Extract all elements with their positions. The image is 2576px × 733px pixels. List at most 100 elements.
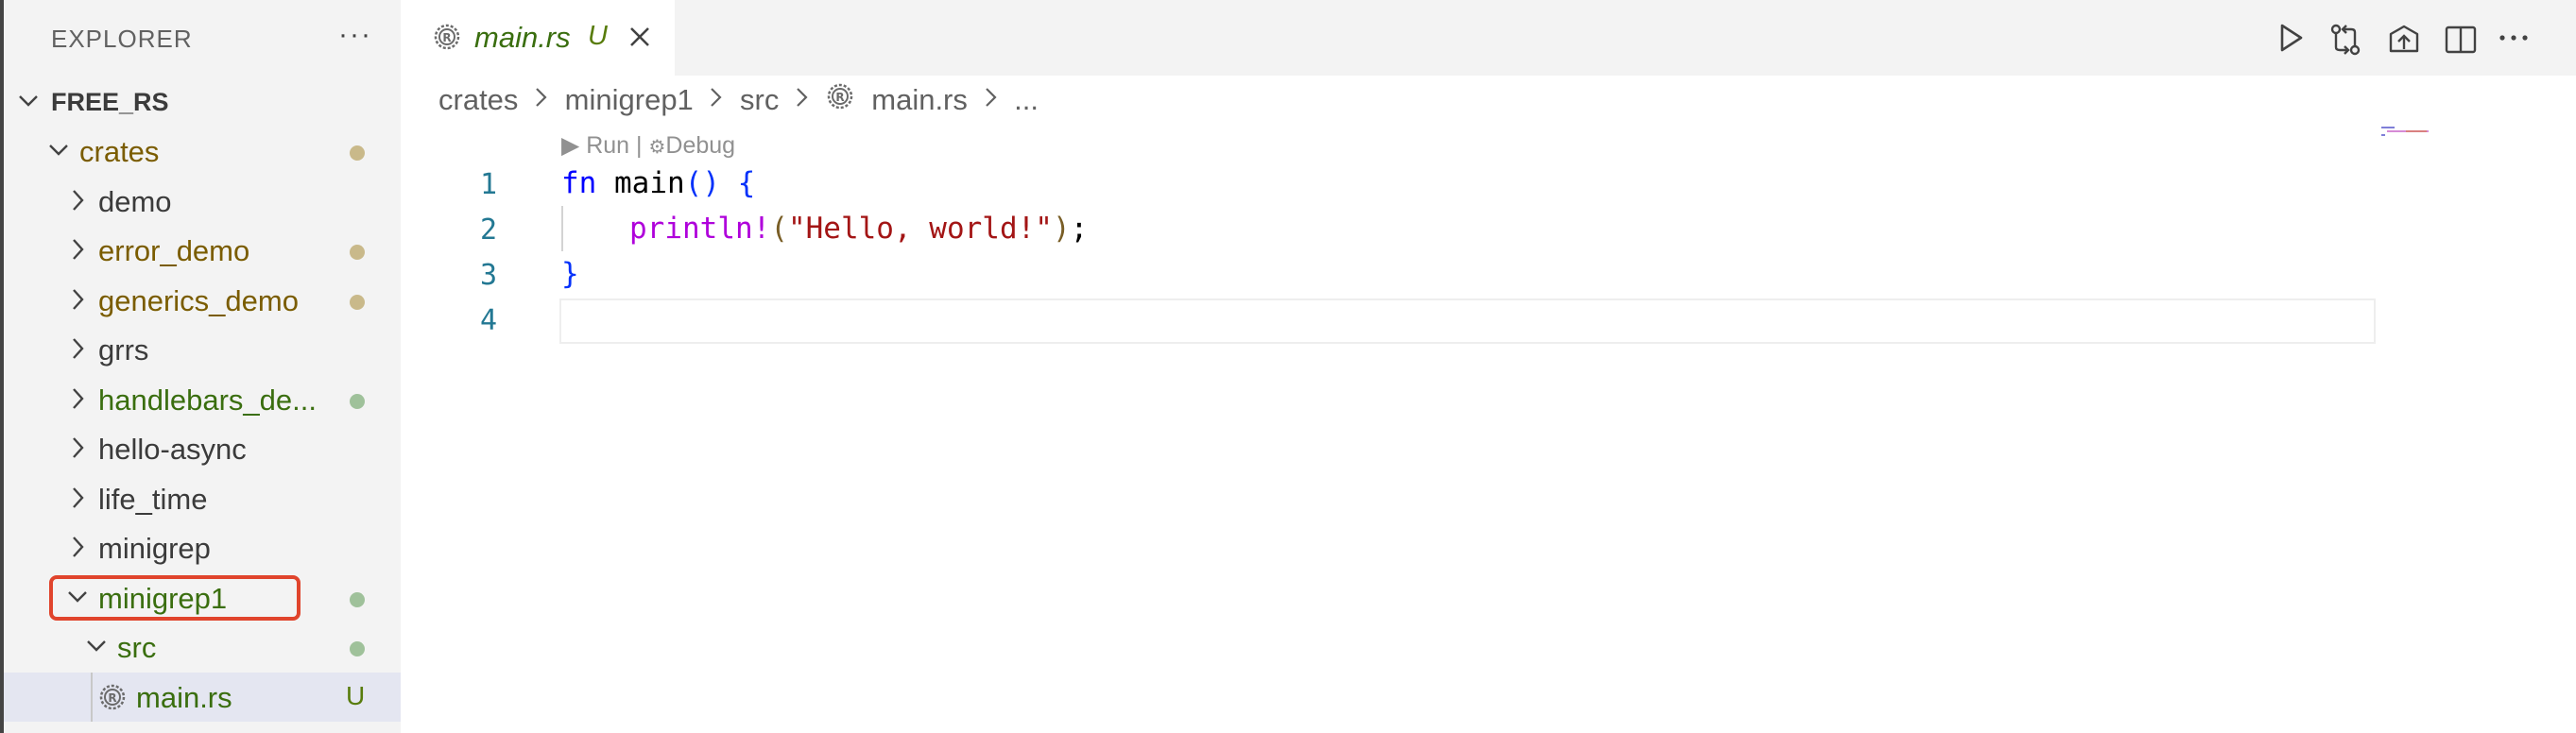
chevron-right-icon xyxy=(984,83,999,117)
open-changes-icon[interactable] xyxy=(2385,21,2423,59)
tree-item-error-demo[interactable]: error_demo xyxy=(4,226,401,275)
git-status-dot xyxy=(350,641,365,656)
tree-item-grrs[interactable]: grrs xyxy=(4,325,401,374)
explorer-sidebar: EXPLORER ··· FREE_RS crates demo error_dem… xyxy=(0,0,401,733)
chevron-right-icon xyxy=(73,338,84,359)
explorer-header: EXPLORER ··· xyxy=(4,0,401,76)
paren: ( xyxy=(770,212,788,246)
tree-item-label: hello-async xyxy=(98,433,247,466)
split-editor-icon[interactable] xyxy=(2442,21,2480,59)
git-status-badge: U xyxy=(346,680,366,710)
git-status-dot xyxy=(350,245,365,260)
function-name: main xyxy=(614,166,685,200)
tree-item-generics-demo[interactable]: generics_demo xyxy=(4,276,401,325)
breadcrumb-crates[interactable]: crates xyxy=(438,83,518,117)
code-line-3[interactable]: } xyxy=(561,257,579,291)
breadcrumb-src[interactable]: src xyxy=(740,83,779,117)
tree-item-label: crates xyxy=(79,135,160,168)
line-number: 3 xyxy=(480,259,498,292)
minimap[interactable] xyxy=(2381,125,2440,144)
breadcrumb-symbols[interactable]: ... xyxy=(1014,83,1039,117)
compare-changes-icon[interactable] xyxy=(2327,21,2364,59)
more-actions-icon[interactable]: ··· xyxy=(338,21,372,49)
chevron-down-icon xyxy=(68,590,87,603)
tab-git-badge: U xyxy=(588,21,608,51)
codelens-separator: | xyxy=(636,132,643,159)
tree-root-label: FREE_RS xyxy=(51,88,169,116)
semicolon: ; xyxy=(1070,212,1089,246)
rust-file-icon: R xyxy=(826,82,854,118)
code-lens: ▶ Run | ⚙Debug xyxy=(561,131,735,160)
gear-icon: ⚙ xyxy=(648,137,666,158)
run-icon[interactable] xyxy=(2274,21,2308,55)
chevron-right-icon xyxy=(73,387,84,409)
tree-item-label: minigrep1 xyxy=(98,581,228,615)
parens: () xyxy=(684,166,720,200)
brace: } xyxy=(561,257,579,291)
breadcrumb: crates minigrep1 src R main.rs ... xyxy=(438,81,1039,119)
line-number: 4 xyxy=(480,304,498,337)
git-status-dot xyxy=(350,591,365,607)
chevron-right-icon xyxy=(73,537,84,557)
rust-file-icon: R xyxy=(99,684,126,709)
codelens-debug[interactable]: Debug xyxy=(665,132,735,159)
tab-main-rs[interactable]: R main.rs U xyxy=(401,0,675,76)
tab-label: main.rs xyxy=(474,21,571,54)
indent-guide xyxy=(91,672,93,722)
tree-item-label: main.rs xyxy=(136,680,232,714)
vscode-window: EXPLORER ··· FREE_RS crates demo error_dem… xyxy=(0,0,2576,733)
tree-item-label: demo xyxy=(98,184,172,218)
tree-item-minigrep1[interactable]: minigrep1 xyxy=(4,573,401,622)
tree-item-hello-async[interactable]: hello-async xyxy=(4,424,401,473)
tree-item-handlebars-de[interactable]: handlebars_de... xyxy=(4,375,401,424)
chevron-right-icon xyxy=(73,486,84,508)
chevron-down-icon xyxy=(87,640,106,652)
svg-text:R: R xyxy=(108,691,116,705)
more-editor-actions-icon[interactable] xyxy=(2497,28,2534,47)
breadcrumb-main-rs[interactable]: main.rs xyxy=(871,83,968,117)
chevron-right-icon xyxy=(73,239,84,260)
brace: { xyxy=(737,166,756,200)
git-status-dot xyxy=(350,294,365,310)
tree-root-free-rs[interactable]: FREE_RS xyxy=(4,77,401,127)
code-line-1[interactable]: fn main() { xyxy=(561,166,755,200)
macro: println! xyxy=(629,212,771,246)
tree-item-label: error_demo xyxy=(98,234,250,267)
tree-item-label: src xyxy=(117,631,157,664)
chevron-right-icon xyxy=(73,288,84,310)
git-status-dot xyxy=(350,393,365,409)
tree-item-demo[interactable]: demo xyxy=(4,177,401,226)
tree-item-life-time[interactable]: life_time xyxy=(4,474,401,523)
chevron-right-icon xyxy=(534,83,549,117)
tree-item-crates[interactable]: crates xyxy=(4,127,401,176)
editor-tab-bar: R main.rs U xyxy=(401,0,2576,76)
tree-item-label: grrs xyxy=(98,333,149,366)
code-line-2[interactable]: println!("Hello, world!"); xyxy=(629,212,1088,246)
current-line-highlight[interactable] xyxy=(559,298,2376,344)
paren: ) xyxy=(1052,212,1071,246)
indent-guide xyxy=(561,206,563,251)
chevron-down-icon xyxy=(49,145,68,156)
chevron-right-icon xyxy=(73,189,84,211)
codelens-run[interactable]: Run xyxy=(586,132,629,159)
svg-text:R: R xyxy=(835,91,844,104)
tree-item-src[interactable]: src xyxy=(4,622,401,672)
tree-item-label: life_time xyxy=(98,482,208,516)
tree-item-label: minigrep xyxy=(98,532,211,565)
git-status-dot xyxy=(350,145,365,161)
string-literal: "Hello, world!" xyxy=(787,212,1053,246)
keyword: fn xyxy=(561,166,597,200)
line-number: 1 xyxy=(480,168,498,201)
tree-item-minigrep[interactable]: minigrep xyxy=(4,523,401,572)
chevron-down-icon xyxy=(19,95,38,107)
chevron-right-icon xyxy=(709,83,724,117)
breadcrumb-minigrep1[interactable]: minigrep1 xyxy=(565,83,694,117)
tree-item-main-rs[interactable]: Rmain.rs U xyxy=(4,672,401,722)
close-icon[interactable] xyxy=(627,25,652,49)
svg-text:R: R xyxy=(442,31,451,44)
explorer-title: EXPLORER xyxy=(51,25,193,53)
rust-file-icon: R xyxy=(434,24,460,50)
line-number: 2 xyxy=(480,213,498,247)
chevron-right-icon xyxy=(73,437,84,458)
tree-item-label: generics_demo xyxy=(98,283,299,317)
